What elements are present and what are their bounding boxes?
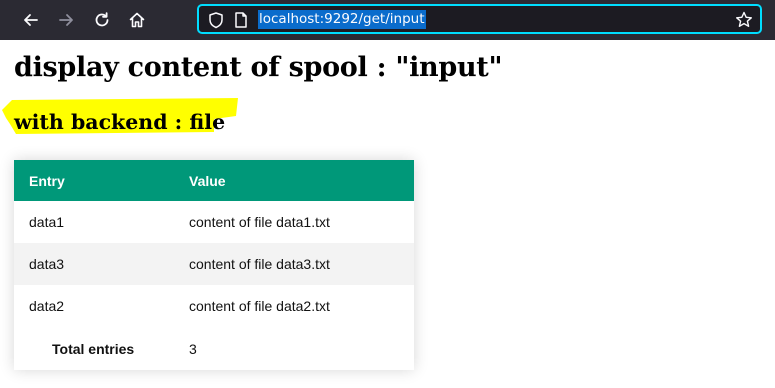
table-row: data1 content of file data1.txt xyxy=(14,201,414,243)
back-button[interactable] xyxy=(17,6,45,34)
page-title: display content of spool : "input" xyxy=(14,52,503,83)
browser-toolbar: localhost:9292/get/input xyxy=(0,0,775,40)
total-value: 3 xyxy=(189,340,197,357)
column-header-value: Value xyxy=(189,172,226,189)
table-row: data2 content of file data2.txt xyxy=(14,285,414,327)
back-arrow-icon xyxy=(24,14,38,26)
column-header-entry: Entry xyxy=(29,172,65,189)
entry-cell: data3 xyxy=(29,256,65,272)
table-header-row: Entry Value xyxy=(14,160,414,201)
forward-arrow-icon xyxy=(59,14,73,26)
entry-cell: data2 xyxy=(29,298,65,314)
value-cell: content of file data3.txt xyxy=(189,256,330,272)
star-icon[interactable] xyxy=(734,10,754,30)
home-button[interactable] xyxy=(123,6,151,34)
table-row: data3 content of file data3.txt xyxy=(14,243,414,285)
page-icon[interactable] xyxy=(233,11,249,29)
page-subtitle: with backend : file xyxy=(14,110,226,134)
value-cell: content of file data1.txt xyxy=(189,214,330,230)
spool-table: Entry Value data1 content of file data1.… xyxy=(14,160,414,370)
url-text[interactable]: localhost:9292/get/input xyxy=(258,10,426,29)
reload-button[interactable] xyxy=(88,6,116,34)
forward-button[interactable] xyxy=(52,6,80,34)
address-bar[interactable]: localhost:9292/get/input xyxy=(197,4,762,34)
home-icon xyxy=(129,12,145,28)
total-row: Total entries 3 xyxy=(14,327,414,370)
value-cell: content of file data2.txt xyxy=(189,298,330,314)
entry-cell: data1 xyxy=(29,214,65,230)
total-label: Total entries xyxy=(52,340,135,357)
shield-icon[interactable] xyxy=(207,11,225,29)
reload-icon xyxy=(95,12,109,27)
